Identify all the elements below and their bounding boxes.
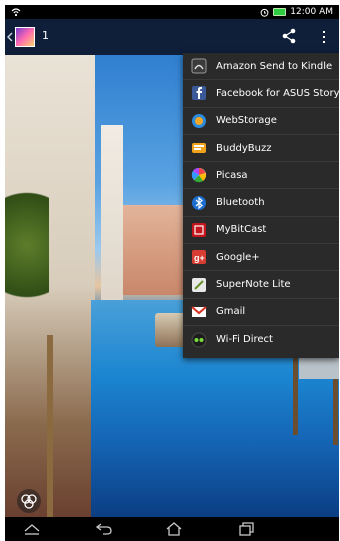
share-option-label: WebStorage: [216, 115, 277, 127]
share-option-wifi-direct[interactable]: Wi-Fi Direct: [183, 326, 339, 353]
facebook-icon: [192, 86, 206, 101]
navigation-bar: [5, 517, 339, 541]
share-option-label: Amazon Send to Kindle: [216, 60, 333, 72]
hide-keyboard-icon[interactable]: [23, 522, 41, 536]
buddybuzz-icon: [192, 143, 206, 154]
photo-building-far: [123, 205, 185, 295]
battery-icon: [273, 8, 287, 16]
share-option-label: Gmail: [216, 306, 246, 318]
photo-mooring-post: [293, 355, 298, 435]
share-option-label: SuperNote Lite: [216, 279, 291, 291]
share-option-facebook[interactable]: Facebook for ASUS Story: [183, 80, 339, 108]
share-option-gmail[interactable]: Gmail: [183, 299, 339, 326]
share-option-supernote[interactable]: SuperNote Lite: [183, 271, 339, 299]
share-option-label: Google+: [216, 251, 260, 263]
selected-count: 1: [42, 29, 49, 42]
home-icon[interactable]: [165, 522, 183, 536]
tablet-screen: 12:00 AM 1 Amazon Send to Kindle Faceboo…: [5, 5, 339, 541]
share-option-label: Facebook for ASUS Story: [216, 87, 339, 99]
share-option-label: MyBitCast: [216, 224, 267, 236]
back-icon[interactable]: [95, 522, 113, 536]
share-option-bluetooth[interactable]: Bluetooth: [183, 189, 339, 217]
overflow-menu-icon[interactable]: [321, 29, 327, 45]
photo-mooring-post: [47, 335, 53, 535]
action-bar: 1: [5, 19, 339, 55]
webstorage-icon: [192, 113, 206, 128]
share-option-mybitcast[interactable]: MyBitCast: [183, 217, 339, 245]
status-bar: 12:00 AM: [5, 5, 339, 19]
alarm-icon: [260, 8, 269, 17]
wifi-direct-icon: [191, 332, 207, 348]
share-option-google-plus[interactable]: g+ Google+: [183, 244, 339, 272]
photo-edit-icon[interactable]: [17, 489, 41, 513]
share-menu: Amazon Send to Kindle Facebook for ASUS …: [183, 53, 339, 358]
share-option-webstorage[interactable]: WebStorage: [183, 108, 339, 135]
share-option-buddybuzz[interactable]: BuddyBuzz: [183, 135, 339, 163]
back-chevron-icon[interactable]: [5, 29, 15, 45]
gmail-icon: [191, 306, 207, 317]
share-option-label: Bluetooth: [216, 197, 265, 209]
photo-dock: [299, 355, 339, 379]
mybitcast-icon: [192, 222, 206, 237]
kindle-icon: [191, 58, 207, 74]
share-option-picasa[interactable]: Picasa: [183, 162, 339, 190]
recent-apps-icon[interactable]: [237, 522, 255, 536]
share-icon[interactable]: [281, 27, 297, 45]
wifi-icon: [11, 8, 21, 17]
share-option-label: Picasa: [216, 169, 248, 181]
svg-text:g+: g+: [194, 253, 205, 263]
google-plus-icon: g+: [192, 250, 206, 265]
share-option-label: Wi-Fi Direct: [216, 334, 273, 346]
clock: 12:00 AM: [290, 7, 333, 17]
picasa-icon: [191, 168, 206, 183]
gallery-thumbnail[interactable]: [15, 27, 35, 47]
share-option-label: BuddyBuzz: [216, 142, 272, 154]
share-option-kindle[interactable]: Amazon Send to Kindle: [183, 53, 339, 81]
photo-tree: [5, 175, 49, 315]
bluetooth-icon: [192, 195, 206, 210]
supernote-icon: [192, 277, 206, 292]
